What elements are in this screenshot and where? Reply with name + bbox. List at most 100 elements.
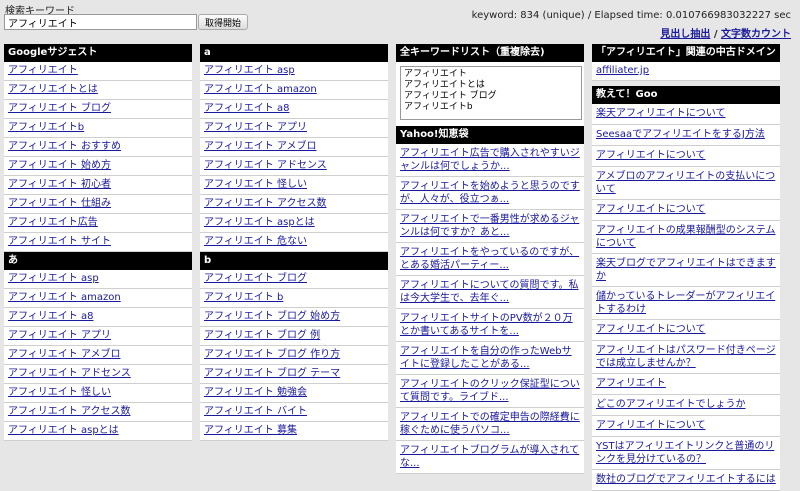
list-item: アフィリエイト ブログ 作り方 — [200, 346, 388, 365]
heading-extract-link[interactable]: 見出し抽出 — [660, 29, 710, 40]
list-item: アフィリエイトのクリック保証型について質問です。ライブド... — [396, 375, 584, 408]
keyword-link[interactable]: アフィリエイト ブログ — [204, 273, 307, 284]
list-item: アフィリエイトについて — [592, 200, 780, 221]
goo-question-link[interactable]: SeesaaでアフィリエイトをするJ方法 — [596, 129, 765, 140]
keyword-link[interactable]: アフィリエイト アメブロ — [8, 349, 120, 360]
column-google: Googleサジェスト アフィリエイト アフィリエイトとは アフィリエイト ブログ アフ… — [4, 44, 192, 441]
keyword-link[interactable]: アフィリエイト — [8, 65, 78, 76]
keyword-link[interactable]: アフィリエイト 危ない — [204, 236, 307, 247]
list-item: アフィリエイト 初心者 — [4, 176, 192, 195]
keyword-link[interactable]: アフィリエイト アメブロ — [204, 141, 316, 152]
keyword-link[interactable]: アフィリエイト アクセス数 — [204, 198, 326, 209]
keyword-link[interactable]: アフィリエイト ブログ — [8, 103, 111, 114]
goo-list: 楽天アフィリエイトについて SeesaaでアフィリエイトをするJ方法 アフィリエイト… — [592, 104, 780, 491]
goo-question-link[interactable]: アフィリエイトについて — [596, 324, 706, 335]
keyword-link[interactable]: アフィリエイト ブログ テーマ — [204, 368, 340, 379]
goo-question-link[interactable]: YSTはアフィリエイトリンクと普通のリンクを見分けているの？ — [596, 441, 774, 465]
keyword-link[interactable]: アフィリエイト aspとは — [8, 425, 119, 436]
keyword-link[interactable]: アフィリエイト 始め方 — [8, 160, 111, 171]
goo-question-link[interactable]: アフィリエイトについて — [596, 204, 706, 215]
list-item: アフィリエイト アクセス数 — [200, 195, 388, 214]
keyword-link[interactable]: アフィリエイト ブログ 始め方 — [204, 311, 340, 322]
keyword-link[interactable]: アフィリエイト asp — [8, 273, 99, 284]
keyword-link[interactable]: アフィリエイトb — [8, 122, 84, 133]
keyword-link[interactable]: アフィリエイト 初心者 — [8, 179, 111, 190]
list-item: アフィリエイト広告 — [4, 214, 192, 233]
section-header: a — [200, 44, 388, 62]
stats-links: 見出し抽出 / 文字数カウント — [660, 25, 791, 40]
keyword-link[interactable]: アフィリエイト広告 — [8, 217, 98, 228]
list-item: アフィリエイト アメブロ — [4, 346, 192, 365]
section-header: b — [200, 252, 388, 270]
list-item: アフィリエイトを自分の作ったWebサイトに登録したことがある... — [396, 342, 584, 375]
goo-question-link[interactable]: 楽天ブログでアフィリエイトはできますか — [596, 258, 776, 282]
yahoo-question-link[interactable]: アフィリエイトをやっているのですが、とある婚活パーティー... — [400, 247, 579, 271]
keyword-link[interactable]: アフィリエイト アクセス数 — [8, 406, 130, 417]
goo-question-link[interactable]: どこのアフィリエイトでしょうか — [596, 399, 746, 410]
keyword-link[interactable]: アフィリエイト 募集 — [204, 425, 297, 436]
yahoo-question-link[interactable]: アフィリエイトを始めようと思うのですが、人々が、役立つぁ... — [400, 181, 580, 205]
keyword-link[interactable]: アフィリエイト アプリ — [204, 122, 307, 133]
keyword-link[interactable]: アフィリエイト アプリ — [8, 330, 111, 341]
column-domains: 「アフィリエイト」関連の中古ドメイン affiliater.jp 教えて！Goo… — [592, 44, 780, 491]
list-item: アフィリエイト おすすめ — [4, 138, 192, 157]
keyword-link[interactable]: アフィリエイトとは — [8, 84, 98, 95]
keyword-link[interactable]: アフィリエイト バイト — [204, 406, 307, 417]
list-item: アフィリエイト aspとは — [200, 214, 388, 233]
goo-question-link[interactable]: アメブロのアフィリエイトの支払いについて — [596, 171, 775, 195]
list-item: 楽天ブログでアフィリエイトはできますか — [592, 254, 780, 287]
keyword-link[interactable]: アフィリエイト b — [204, 292, 283, 303]
keyword-link[interactable]: アフィリエイト aspとは — [204, 217, 315, 228]
yahoo-question-link[interactable]: アフィリエイトサイトのPV数が２０万とか書いてあるサイトを... — [400, 313, 573, 337]
keyword-link[interactable]: アフィリエイト 仕組み — [8, 198, 111, 209]
keyword-link[interactable]: アフィリエイト サイト — [8, 236, 111, 247]
list-item: アフィリエイト アメブロ — [200, 138, 388, 157]
keyword-link[interactable]: アフィリエイト ブログ 例 — [204, 330, 320, 341]
list-item: アフィリエイトでの確定申告の際経費に稼ぐために使うパソコ... — [396, 408, 584, 441]
keyword-link[interactable]: アフィリエイト amazon — [204, 84, 317, 95]
keyword-link[interactable]: アフィリエイト おすすめ — [8, 141, 121, 152]
goo-question-link[interactable]: 楽天アフィリエイトについて — [596, 108, 726, 119]
yahoo-question-link[interactable]: アフィリエイトを自分の作ったWebサイトに登録したことがある... — [400, 346, 572, 370]
keyword-link[interactable]: アフィリエイト 怪しい — [204, 179, 307, 190]
goo-question-link[interactable]: アフィリエイトについて — [596, 150, 706, 161]
keyword-link[interactable]: アフィリエイト 怪しい — [8, 387, 111, 398]
keyword-link[interactable]: アフィリエイト a8 — [8, 311, 93, 322]
goo-question-link[interactable]: 数社のブログでアフィリエイトするには — [596, 474, 776, 485]
keyword-link[interactable]: アフィリエイト アドセンス — [8, 368, 131, 379]
yahoo-question-link[interactable]: アフィリエイト広告で購入されやすいジャンルは何でしょうか... — [400, 148, 580, 172]
yahoo-question-link[interactable]: アフィリエイトのクリック保証型について質問です。ライブド... — [400, 379, 580, 403]
domain-header: 「アフィリエイト」関連の中古ドメイン — [592, 44, 780, 62]
yahoo-question-link[interactable]: アフィリエイトでの確定申告の際経費に稼ぐために使うパソコ... — [400, 412, 580, 436]
keyword-link[interactable]: アフィリエイト asp — [204, 65, 295, 76]
yahoo-question-link[interactable]: アフィリエイトで一番男性が求めるジャンルは何ですか？あと... — [400, 214, 579, 238]
list-item: アフィリエイト アプリ — [200, 119, 388, 138]
keyword-link[interactable]: アフィリエイト アドセンス — [204, 160, 327, 171]
list-item: アフィリエイトについて — [592, 146, 780, 167]
start-fetch-button[interactable]: 取得開始 — [198, 14, 249, 30]
domain-link[interactable]: affiliater.jp — [596, 65, 649, 76]
list-item: アフィリエイト 怪しい — [4, 384, 192, 403]
list-item: 楽天アフィリエイトについて — [592, 104, 780, 125]
keyword-list-textarea[interactable] — [400, 66, 582, 120]
list-item: SeesaaでアフィリエイトをするJ方法 — [592, 125, 780, 146]
goo-question-link[interactable]: アフィリエイトはパスワード付きページでは成立しませんか？ — [596, 345, 776, 369]
keyword-link[interactable]: アフィリエイト 勉強会 — [204, 387, 307, 398]
yahoo-question-link[interactable]: アフィリエイトについての質問です。私は今大学生で、去年ぐ... — [400, 280, 579, 304]
keyword-list: アフィリエイト ブログ アフィリエイト b アフィリエイト ブログ 始め方 アフィリエ… — [200, 270, 388, 441]
list-item: アフィリエイト 仕組み — [4, 195, 192, 214]
goo-question-link[interactable]: 儲かっているトレーダーがアフィリエイトするわけ — [596, 291, 775, 315]
goo-question-link[interactable]: アフィリエイト — [596, 378, 666, 389]
list-item: アフィリエイトについて — [592, 320, 780, 341]
keyword-list: アフィリエイト asp アフィリエイト amazon アフィリエイト a8 アフィリエ… — [200, 62, 388, 252]
goo-question-link[interactable]: アフィリエイトについて — [596, 420, 706, 431]
column-keywords: 全キーワードリスト（重複除去) Yahoo!知恵袋 アフィリエイト広告で購入され… — [396, 44, 584, 474]
char-count-link[interactable]: 文字数カウント — [721, 29, 791, 40]
goo-question-link[interactable]: アフィリエイトの成果報酬型のシステムについて — [596, 225, 776, 249]
keyword-link[interactable]: アフィリエイト a8 — [204, 103, 289, 114]
yahoo-question-link[interactable]: アフィリエイトブログラムが導入されてな... — [400, 445, 579, 469]
search-input[interactable] — [4, 14, 197, 30]
column-alphabet: a アフィリエイト asp アフィリエイト amazon アフィリエイト a8 アフィリ… — [200, 44, 388, 441]
keyword-link[interactable]: アフィリエイト ブログ 作り方 — [204, 349, 340, 360]
keyword-link[interactable]: アフィリエイト amazon — [8, 292, 121, 303]
